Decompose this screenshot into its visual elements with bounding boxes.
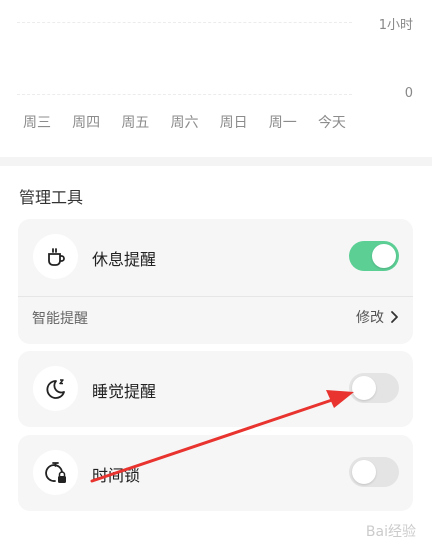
chart-baseline bbox=[17, 94, 352, 95]
section-separator bbox=[0, 157, 432, 166]
watermark: Bai经验 bbox=[365, 524, 416, 540]
x-label-sun: 周日 bbox=[219, 115, 248, 131]
sleep-reminder-card: 睡觉提醒 bbox=[18, 351, 413, 427]
x-label-mon: 周一 bbox=[268, 115, 297, 131]
x-axis-labels: 周三 周四 周五 周六 周日 周一 今天 bbox=[17, 112, 352, 132]
chart-gridline-top bbox=[17, 22, 352, 23]
time-lock-toggle[interactable] bbox=[349, 457, 399, 487]
time-lock-row: 时间锁 bbox=[18, 435, 413, 511]
sleep-reminder-toggle[interactable] bbox=[349, 373, 399, 403]
y-axis-zero-label: 0 bbox=[404, 86, 413, 101]
toggle-knob bbox=[372, 244, 396, 268]
sleep-reminder-label: 睡觉提醒 bbox=[92, 382, 157, 401]
cup-icon bbox=[33, 234, 78, 279]
chevron-right-icon bbox=[391, 311, 398, 323]
rest-reminder-label: 休息提醒 bbox=[92, 250, 157, 269]
usage-chart: 1小时 0 周三 周四 周五 周六 周日 周一 今天 bbox=[0, 0, 432, 157]
x-label-fri: 周五 bbox=[121, 115, 150, 131]
section-title-tools: 管理工具 bbox=[19, 188, 84, 207]
sleep-reminder-row: 睡觉提醒 bbox=[18, 351, 413, 427]
x-label-sat: 周六 bbox=[170, 115, 199, 131]
toggle-knob bbox=[352, 460, 376, 484]
smart-reminder-modify-link[interactable]: 修改 bbox=[356, 307, 399, 327]
time-lock-card: 时间锁 bbox=[18, 435, 413, 511]
modify-label: 修改 bbox=[356, 310, 384, 326]
rest-reminder-toggle[interactable] bbox=[349, 241, 399, 271]
rest-reminder-row: 休息提醒 bbox=[18, 219, 413, 295]
moon-icon bbox=[33, 366, 78, 411]
y-axis-max-label: 1小时 bbox=[378, 18, 413, 33]
rest-reminder-card: 休息提醒 智能提醒 修改 bbox=[18, 219, 413, 344]
timer-lock-icon bbox=[33, 450, 78, 495]
smart-reminder-label: 智能提醒 bbox=[32, 311, 88, 327]
toggle-knob bbox=[352, 376, 376, 400]
x-label-today: 今天 bbox=[317, 115, 346, 131]
card-divider bbox=[18, 296, 413, 297]
x-label-thu: 周四 bbox=[72, 115, 101, 131]
x-label-wed: 周三 bbox=[23, 115, 51, 131]
time-lock-label: 时间锁 bbox=[92, 466, 141, 485]
